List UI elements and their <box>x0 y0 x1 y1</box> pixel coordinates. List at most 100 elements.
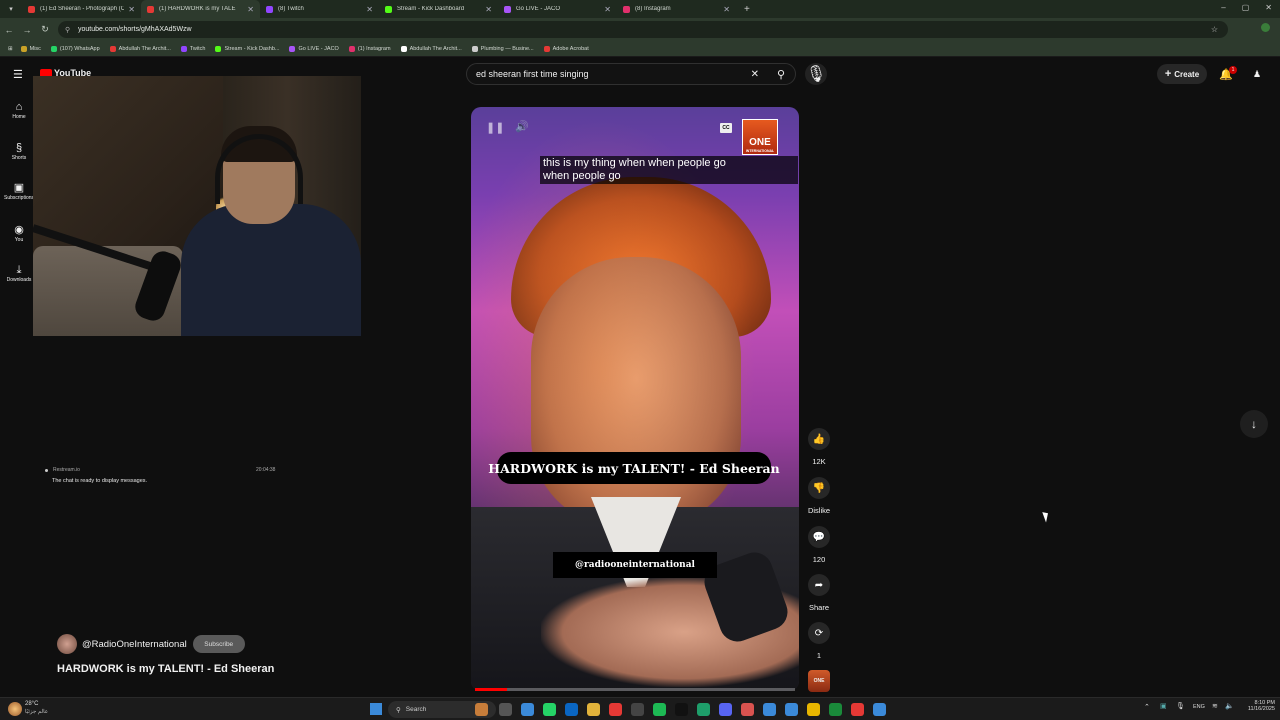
taskbar-app-icon[interactable] <box>807 703 820 716</box>
clear-search-icon[interactable]: ✕ <box>751 69 759 80</box>
sidebar-item-label: Downloads <box>6 277 32 283</box>
share-button-icon[interactable]: ➦ <box>808 574 830 596</box>
channel-name[interactable]: @RadioOneInternational <box>82 639 187 650</box>
clock[interactable]: 8:10 PM 11/16/2025 <box>1243 700 1275 712</box>
taskbar-app-icon[interactable] <box>763 703 776 716</box>
bookmark-label: Stream - Kick Dashb... <box>224 45 280 52</box>
search-icon[interactable]: ⚲ <box>777 68 785 81</box>
shorts-icon: § <box>15 142 23 154</box>
start-windows-icon[interactable] <box>370 703 382 715</box>
browser-tab[interactable]: (1) HARDWORK is my TALE ✕ <box>141 0 260 18</box>
reload-icon[interactable]: ↻ <box>36 24 54 35</box>
video-progress-bar[interactable] <box>475 688 795 691</box>
taskbar-app-icon[interactable] <box>587 703 600 716</box>
weather-temp: 28°C <box>25 701 39 707</box>
next-video-down-arrow-icon[interactable]: ↓ <box>1240 410 1268 438</box>
weather-icon[interactable] <box>8 702 22 716</box>
taskbar-app-icon[interactable] <box>851 703 864 716</box>
tab-list-chevron-icon[interactable]: ▾ <box>0 5 22 13</box>
profile-avatar[interactable] <box>1261 23 1270 32</box>
browser-tab[interactable]: Stream - Kick Dashboard ✕ <box>379 0 498 18</box>
bookmark-item[interactable]: Adobe Acrobat <box>543 45 589 52</box>
bookmark-item[interactable]: Misc <box>20 45 41 52</box>
browser-tab[interactable]: (1) Ed Sheeran - Photograph (O ✕ <box>22 0 141 18</box>
browser-tab[interactable]: Go LIVE - JACO ✕ <box>498 0 617 18</box>
tab-close-icon[interactable]: ✕ <box>128 5 135 14</box>
channel-info: @RadioOneInternational Subscribe <box>57 634 245 654</box>
taskbar-app-icon[interactable] <box>521 703 534 716</box>
comments-button-icon[interactable]: 💬 <box>808 526 830 548</box>
tab-close-icon[interactable]: ✕ <box>366 5 373 14</box>
like-button-icon[interactable]: 👍 <box>808 428 830 450</box>
close-window-button[interactable]: ✕ <box>1265 3 1272 12</box>
taskbar-app-icon[interactable] <box>873 703 886 716</box>
bookmark-favicon-icon <box>180 45 187 52</box>
taskbar-app-icon[interactable] <box>653 703 666 716</box>
menu-hamburger-icon[interactable]: ☰ <box>13 68 23 81</box>
taskbar-app-icon[interactable] <box>475 703 488 716</box>
bookmark-item[interactable]: Twitch <box>180 45 205 52</box>
bookmark-label: Plumbing — Busine... <box>480 45 534 52</box>
wifi-icon[interactable]: ≋ <box>1212 702 1218 710</box>
volume-icon[interactable]: 🔊 <box>515 120 529 133</box>
tray-chevron-icon[interactable]: ⌃ <box>1144 703 1150 711</box>
forward-icon[interactable]: → <box>18 25 36 35</box>
bookmark-item[interactable]: (107) WhatsApp <box>50 45 100 52</box>
chat-message: The chat is ready to display messages. <box>52 478 148 484</box>
taskbar-app-icon[interactable] <box>719 703 732 716</box>
tab-close-icon[interactable]: ✕ <box>247 5 254 14</box>
address-bar[interactable]: ⚲ youtube.com/shorts/gMhAXAd5Wzw ☆ <box>58 21 1228 38</box>
minimize-button[interactable]: – <box>1221 3 1225 12</box>
bookmark-item[interactable]: Stream - Kick Dashb... <box>215 45 280 52</box>
taskbar-app-icon[interactable] <box>785 703 798 716</box>
taskbar-app-icon[interactable] <box>609 703 622 716</box>
closed-captions-button[interactable]: CC <box>720 123 732 133</box>
taskbar-app-icon[interactable] <box>829 703 842 716</box>
sidebar-item-label: Subscriptions <box>3 195 34 201</box>
bookmark-item[interactable]: Abdullah The Archit... <box>400 45 462 52</box>
subscribe-button[interactable]: Subscribe <box>192 635 245 653</box>
tab-close-icon[interactable]: ✕ <box>485 5 492 14</box>
bookmark-item[interactable]: (1) Instagram <box>348 45 391 52</box>
new-tab-button[interactable]: + <box>744 4 750 15</box>
bookmark-item[interactable]: Plumbing — Busine... <box>471 45 534 52</box>
dislike-button-icon[interactable]: 👎 <box>808 477 830 499</box>
maximize-button[interactable]: ▢ <box>1242 3 1250 12</box>
tab-close-icon[interactable]: ✕ <box>723 5 730 14</box>
site-info-icon[interactable]: ⚲ <box>65 26 70 34</box>
apps-grid-icon[interactable]: ⊞ <box>8 46 13 52</box>
speaker-icon[interactable]: 🔈 <box>1225 702 1234 710</box>
like-action: 👍 12K <box>805 428 833 466</box>
taskbar-app-icon[interactable] <box>499 703 512 716</box>
audio-source-thumbnail[interactable]: ONE <box>808 670 830 692</box>
browser-tab[interactable]: (8) Twitch ✕ <box>260 0 379 18</box>
search-input[interactable]: ed sheeran first time singing ✕ ⚲ <box>466 63 796 85</box>
tab-close-icon[interactable]: ✕ <box>604 5 611 14</box>
bookmark-favicon-icon <box>289 45 296 52</box>
video-captions: this is my thing when when people go whe… <box>540 156 798 184</box>
taskbar-app-icon[interactable] <box>697 703 710 716</box>
browser-tab[interactable]: (8) Instagram ✕ <box>617 0 736 18</box>
dislike-label: Dislike <box>807 506 831 515</box>
remix-button-icon[interactable]: ⟳ <box>808 622 830 644</box>
taskbar-app-icon[interactable] <box>741 703 754 716</box>
shorts-video-player[interactable] <box>471 107 799 691</box>
streamer-body <box>181 204 361 336</box>
language-indicator[interactable]: ENG <box>1193 704 1205 710</box>
dislike-action: 👎 Dislike <box>805 477 833 515</box>
channel-avatar[interactable] <box>57 634 77 654</box>
taskbar-app-icon[interactable] <box>565 703 578 716</box>
voice-search-mic-icon[interactable]: 🎙 <box>805 63 827 85</box>
back-icon[interactable]: ← <box>0 25 18 35</box>
taskbar-app-icon[interactable] <box>631 703 644 716</box>
account-icon[interactable]: ♟ <box>1250 66 1264 82</box>
bookmark-item[interactable]: Go LIVE - JACO <box>289 45 339 52</box>
bookmark-star-icon[interactable]: ☆ <box>1211 25 1218 34</box>
tray-app-icon[interactable]: ▣ <box>1160 702 1167 710</box>
bookmark-item[interactable]: Abdullah The Archit... <box>109 45 171 52</box>
tray-mic-icon[interactable]: 🎙 <box>1176 702 1185 710</box>
pause-icon[interactable]: ❚❚ <box>486 121 504 134</box>
taskbar-app-icon[interactable] <box>675 703 688 716</box>
taskbar-app-icon[interactable] <box>543 703 556 716</box>
create-button[interactable]: + Create <box>1157 64 1207 84</box>
